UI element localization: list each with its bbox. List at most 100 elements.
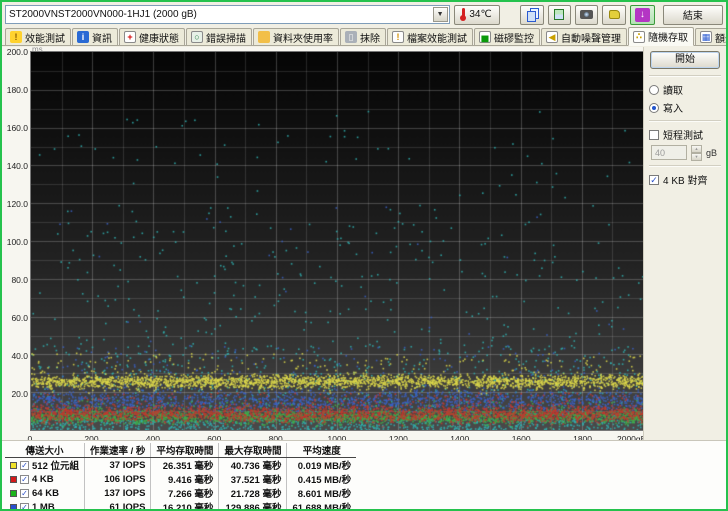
exit-button[interactable]: 結束 [663, 5, 723, 25]
table-header: 傳送大小 [5, 443, 85, 458]
tab-benchmark[interactable]: !效能測試 [5, 28, 71, 45]
series-checkbox[interactable] [20, 503, 29, 511]
erase-icon: ▯ [345, 31, 357, 43]
ops-cell: 106 IOPS [85, 472, 151, 486]
series-label: 1 MB [32, 502, 55, 511]
download-icon: ↓ [635, 8, 650, 22]
benchmark-icon: ! [10, 31, 22, 43]
stroke-size-stepper[interactable]: ▲▼ [691, 145, 702, 160]
tab-label: 抹除 [360, 30, 380, 45]
app-window: ST2000VNST2000VN000-1HJ1 (2000 gB) ▼ 34℃… [0, 0, 728, 511]
series-label: 512 位元組 [32, 458, 79, 472]
divider [649, 75, 721, 77]
avg-speed-cell: 8.601 MB/秒 [287, 486, 356, 500]
save-button[interactable] [602, 5, 625, 25]
disk-monitor-icon: ▅ [479, 31, 491, 43]
tab-label: 錯誤掃描 [206, 30, 246, 45]
tab-error-scan[interactable]: ○錯誤掃描 [186, 28, 252, 45]
random-access-icon: ∴ [633, 31, 645, 43]
y-axis-tick-label: 80.0 [2, 275, 28, 285]
tab-label: 資料夾使用率 [273, 30, 333, 45]
tab-info[interactable]: i資訊 [72, 28, 118, 45]
write-radio-label: 寫入 [663, 100, 683, 115]
max-access-cell: 21.728 毫秒 [219, 486, 287, 500]
read-radio[interactable] [649, 85, 659, 95]
series-checkbox[interactable] [20, 489, 29, 498]
stroke-size-unit: gB [706, 148, 717, 158]
copy-image-button[interactable] [548, 5, 571, 25]
tab-label: 額外測試 [715, 30, 728, 45]
stepper-down-icon[interactable]: ▼ [691, 153, 702, 161]
tab-random-access[interactable]: ∴隨機存取 [628, 27, 694, 46]
transfer-size-cell: 4 KB [5, 472, 85, 486]
short-stroke-checkbox[interactable] [649, 130, 659, 140]
results-table: 傳送大小作業速率 / 秒平均存取時間最大存取時間平均速度 512 位元組37 I… [5, 443, 356, 511]
file-benchmark-icon: ! [392, 31, 404, 43]
y-axis-tick-label: 140.0 [2, 161, 28, 171]
table-row: 512 位元組37 IOPS26.351 毫秒40.736 毫秒0.019 MB… [5, 458, 356, 473]
tab-file-benchmark[interactable]: !檔案效能測試 [387, 28, 473, 45]
read-radio-label: 讀取 [663, 82, 683, 97]
temperature-button[interactable]: 34℃ [454, 5, 500, 25]
tab-erase[interactable]: ▯抹除 [340, 28, 386, 45]
align-checkbox[interactable] [649, 175, 659, 185]
table-header: 作業速率 / 秒 [85, 443, 151, 458]
short-stroke-label: 短程測試 [663, 127, 703, 142]
stroke-size-input[interactable]: 40 [651, 145, 687, 160]
series-label: 4 KB [32, 474, 54, 485]
align-label: 4 KB 對齊 [663, 172, 707, 187]
max-access-cell: 37.521 毫秒 [219, 472, 287, 486]
stepper-up-icon[interactable]: ▲ [691, 145, 702, 153]
series-color-swatch [10, 462, 17, 469]
tab-aam[interactable]: ◀自動噪聲管理 [541, 28, 627, 45]
avg-access-cell: 16.210 毫秒 [151, 500, 219, 511]
table-header: 最大存取時間 [219, 443, 287, 458]
copy-button[interactable] [520, 5, 543, 25]
tab-extra-tests[interactable]: ▦額外測試 [695, 28, 728, 45]
copy-icon [527, 11, 536, 22]
chart-plot [30, 51, 644, 431]
write-radio-row[interactable]: 寫入 [649, 100, 721, 115]
table-row: 64 KB137 IOPS7.266 毫秒21.728 毫秒8.601 MB/秒 [5, 486, 356, 500]
error-scan-icon: ○ [191, 31, 203, 43]
y-axis-tick-label: 40.0 [2, 351, 28, 361]
tab-health[interactable]: +健康狀態 [119, 28, 185, 45]
divider [649, 165, 721, 167]
tab-folder-usage[interactable]: 資料夾使用率 [253, 28, 339, 45]
tab-bar: !效能測試i資訊+健康狀態○錯誤掃描資料夾使用率▯抹除!檔案效能測試▅磁磟監控◀… [2, 27, 726, 46]
options-panel: 開始 讀取 寫入 短程測試 40 ▲▼ gB 4 KB 對齊 [643, 47, 726, 440]
download-button[interactable]: ↓ [630, 5, 655, 25]
drive-selector[interactable]: ST2000VNST2000VN000-1HJ1 (2000 gB) ▼ [5, 5, 450, 24]
info-icon: i [77, 31, 89, 43]
y-axis-tick-label: 120.0 [2, 199, 28, 209]
series-color-swatch [10, 490, 17, 497]
table-header: 平均速度 [287, 443, 356, 458]
read-radio-row[interactable]: 讀取 [649, 82, 721, 97]
start-button[interactable]: 開始 [650, 51, 720, 69]
temperature-value: 34℃ [469, 9, 491, 20]
y-axis-tick-label: 100.0 [2, 237, 28, 247]
align-row[interactable]: 4 KB 對齊 [649, 172, 721, 187]
avg-access-cell: 7.266 毫秒 [151, 486, 219, 500]
series-label: 64 KB [32, 488, 59, 499]
write-radio[interactable] [649, 103, 659, 113]
camera-button[interactable] [575, 5, 598, 25]
transfer-size-cell: 64 KB [5, 486, 85, 500]
results-panel: 傳送大小作業速率 / 秒平均存取時間最大存取時間平均速度 512 位元組37 I… [2, 440, 726, 509]
y-axis-tick-label: 20.0 [2, 389, 28, 399]
table-row: 1 MB61 IOPS16.210 毫秒129.886 毫秒61.688 MB/… [5, 500, 356, 511]
series-checkbox[interactable] [20, 475, 29, 484]
series-checkbox[interactable] [20, 461, 29, 470]
tab-disk-monitor[interactable]: ▅磁磟監控 [474, 28, 540, 45]
max-access-cell: 129.886 毫秒 [219, 500, 287, 511]
divider [649, 120, 721, 122]
health-icon: + [124, 31, 136, 43]
chevron-down-icon[interactable]: ▼ [433, 7, 448, 22]
table-header: 平均存取時間 [151, 443, 219, 458]
avg-access-cell: 9.416 毫秒 [151, 472, 219, 486]
tab-label: 檔案效能測試 [407, 30, 467, 45]
tab-label: 資訊 [92, 30, 112, 45]
tab-label: 隨機存取 [648, 29, 688, 44]
short-stroke-row[interactable]: 短程測試 [649, 127, 721, 142]
transfer-size-cell: 512 位元組 [5, 458, 85, 473]
